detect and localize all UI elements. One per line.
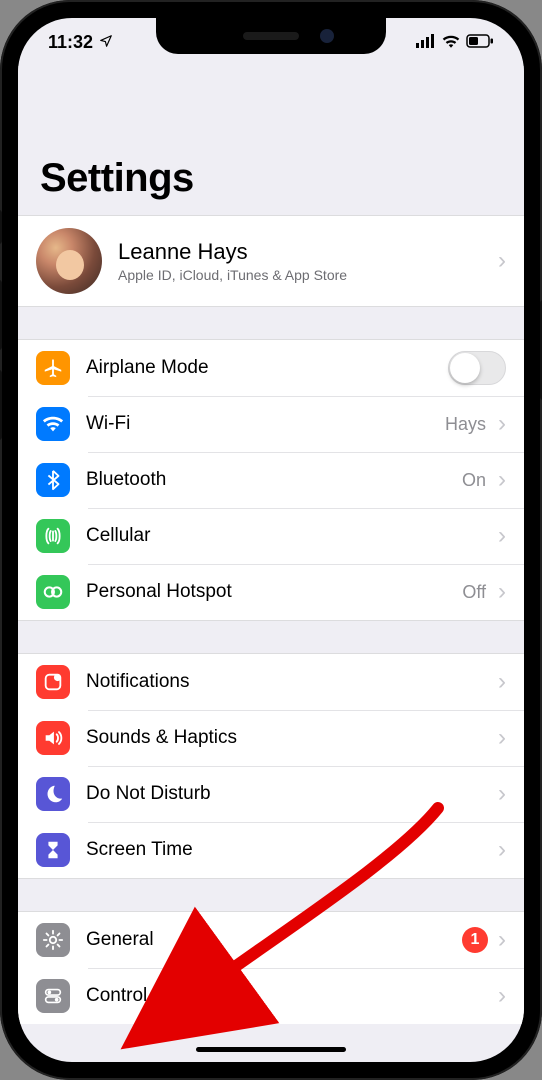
chevron-right-icon: › xyxy=(498,249,506,273)
moon-icon xyxy=(36,777,70,811)
account-subtitle: Apple ID, iCloud, iTunes & App Store xyxy=(118,267,494,283)
row-label: Control Center xyxy=(86,985,494,1007)
alerts-group: Notifications › Sounds & Haptics › Do No… xyxy=(18,654,524,878)
notification-badge: 1 xyxy=(462,927,488,953)
settings-row-dnd[interactable]: Do Not Disturb › xyxy=(18,766,524,822)
connectivity-group: Airplane Mode Wi-Fi Hays › Bluetooth On … xyxy=(18,340,524,620)
settings-row-notifications[interactable]: Notifications › xyxy=(18,654,524,710)
chevron-right-icon: › xyxy=(498,838,506,862)
notifications-icon xyxy=(36,665,70,699)
account-group: Leanne Hays Apple ID, iCloud, iTunes & A… xyxy=(18,215,524,306)
settings-row-cellular[interactable]: Cellular › xyxy=(18,508,524,564)
row-detail: Hays xyxy=(445,414,486,435)
chevron-right-icon: › xyxy=(498,524,506,548)
settings-row-bluetooth[interactable]: Bluetooth On › xyxy=(18,452,524,508)
screen: 11:32 Settings xyxy=(18,18,524,1062)
clock: 11:32 xyxy=(48,32,93,53)
notch xyxy=(156,18,386,54)
chevron-right-icon: › xyxy=(498,928,506,952)
settings-row-wifi[interactable]: Wi-Fi Hays › xyxy=(18,396,524,452)
wifi-icon xyxy=(36,407,70,441)
account-row[interactable]: Leanne Hays Apple ID, iCloud, iTunes & A… xyxy=(18,216,524,306)
settings-row-general[interactable]: General 1 › xyxy=(18,912,524,968)
side-button xyxy=(0,210,2,244)
volume-up-button xyxy=(0,280,2,350)
settings-row-hotspot[interactable]: Personal Hotspot Off › xyxy=(18,564,524,620)
home-indicator[interactable] xyxy=(196,1047,346,1052)
row-label: General xyxy=(86,929,462,951)
bluetooth-icon xyxy=(36,463,70,497)
cellular-icon xyxy=(36,519,70,553)
volume-down-button xyxy=(0,370,2,440)
cellular-signal-icon xyxy=(416,32,436,53)
account-name: Leanne Hays xyxy=(118,239,494,265)
airplane-toggle[interactable] xyxy=(448,351,506,385)
settings-row-control-center[interactable]: Control Center › xyxy=(18,968,524,1024)
row-detail: Off xyxy=(462,582,486,603)
row-label: Wi-Fi xyxy=(86,413,445,435)
row-label: Do Not Disturb xyxy=(86,783,494,805)
general-group: General 1 › Control Center › xyxy=(18,912,524,1024)
row-label: Bluetooth xyxy=(86,469,462,491)
hourglass-icon xyxy=(36,833,70,867)
row-label: Notifications xyxy=(86,671,494,693)
settings-row-screentime[interactable]: Screen Time › xyxy=(18,822,524,878)
gear-icon xyxy=(36,923,70,957)
sounds-icon xyxy=(36,721,70,755)
settings-row-sounds[interactable]: Sounds & Haptics › xyxy=(18,710,524,766)
battery-icon xyxy=(466,32,494,53)
airplane-icon xyxy=(36,351,70,385)
wifi-icon xyxy=(442,32,460,53)
group-separator xyxy=(18,306,524,340)
row-label: Screen Time xyxy=(86,839,494,861)
hotspot-icon xyxy=(36,575,70,609)
phone-frame: 11:32 Settings xyxy=(0,0,542,1080)
chevron-right-icon: › xyxy=(498,468,506,492)
chevron-right-icon: › xyxy=(498,580,506,604)
row-label: Cellular xyxy=(86,525,494,547)
avatar xyxy=(36,228,102,294)
group-separator xyxy=(18,878,524,912)
chevron-right-icon: › xyxy=(498,782,506,806)
row-label: Airplane Mode xyxy=(86,357,448,379)
switches-icon xyxy=(36,979,70,1013)
location-icon xyxy=(99,32,113,53)
page-title: Settings xyxy=(40,156,502,201)
row-label: Sounds & Haptics xyxy=(86,727,494,749)
page-header: Settings xyxy=(18,66,524,215)
row-label: Personal Hotspot xyxy=(86,581,462,603)
group-separator xyxy=(18,620,524,654)
chevron-right-icon: › xyxy=(498,984,506,1008)
settings-row-airplane[interactable]: Airplane Mode xyxy=(18,340,524,396)
row-detail: On xyxy=(462,470,486,491)
chevron-right-icon: › xyxy=(498,412,506,436)
chevron-right-icon: › xyxy=(498,670,506,694)
chevron-right-icon: › xyxy=(498,726,506,750)
